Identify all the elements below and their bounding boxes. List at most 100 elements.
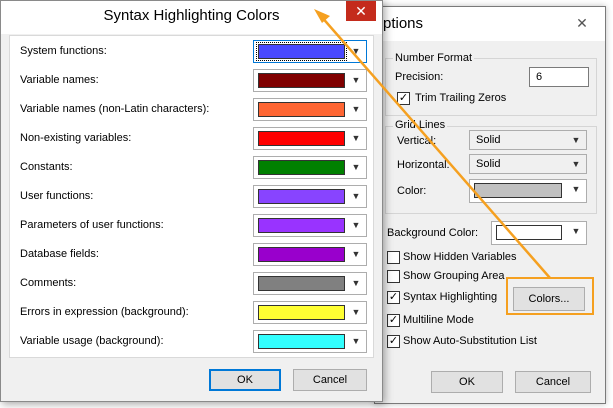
show-hidden-variables-checkbox[interactable] bbox=[387, 251, 400, 264]
color-picker-select[interactable]: ▼ bbox=[253, 185, 367, 208]
vertical-select-value: Solid bbox=[476, 134, 501, 146]
color-picker-select[interactable]: ▼ bbox=[253, 301, 367, 324]
multiline-mode-label: Multiline Mode bbox=[403, 314, 474, 326]
options-title: ptions bbox=[383, 15, 424, 32]
color-swatch bbox=[258, 102, 345, 117]
color-row: User functions: ▼ bbox=[10, 183, 375, 211]
chevron-down-icon: ▼ bbox=[351, 307, 361, 317]
color-picker-select[interactable]: ▼ bbox=[253, 156, 367, 179]
vertical-select[interactable]: Solid ▼ bbox=[469, 130, 587, 150]
color-row: Variable names: ▼ bbox=[10, 67, 375, 95]
chevron-down-icon: ▼ bbox=[571, 184, 581, 194]
chevron-down-icon: ▼ bbox=[351, 220, 361, 230]
show-grouping-area-checkbox[interactable] bbox=[387, 270, 400, 283]
color-row-label: User functions: bbox=[20, 190, 94, 202]
color-picker-select[interactable]: ▼ bbox=[253, 330, 367, 353]
color-row: Non-existing variables: ▼ bbox=[10, 125, 375, 153]
color-picker-select[interactable]: ▼ bbox=[253, 40, 367, 63]
color-picker-select[interactable]: ▼ bbox=[253, 98, 367, 121]
chevron-down-icon: ▼ bbox=[571, 135, 581, 145]
horizontal-label: Horizontal: bbox=[397, 159, 450, 171]
syntax-colors-dialog: Syntax Highlighting Colors ✕ System func… bbox=[0, 0, 383, 402]
chevron-down-icon: ▼ bbox=[351, 162, 361, 172]
color-row: Parameters of user functions: ▼ bbox=[10, 212, 375, 240]
chevron-down-icon: ▼ bbox=[351, 249, 361, 259]
multiline-mode-checkbox[interactable]: ✓ bbox=[387, 314, 400, 327]
chevron-down-icon: ▼ bbox=[571, 226, 581, 236]
color-swatch bbox=[258, 247, 345, 262]
color-row-label: Parameters of user functions: bbox=[20, 219, 164, 231]
options-ok-button[interactable]: OK bbox=[431, 371, 503, 393]
color-swatch bbox=[258, 305, 345, 320]
color-row: Errors in expression (background): ▼ bbox=[10, 299, 375, 327]
grid-color-swatch bbox=[474, 183, 562, 198]
chevron-down-icon: ▼ bbox=[351, 336, 361, 346]
show-hidden-variables-label: Show Hidden Variables bbox=[403, 251, 517, 263]
number-format-group-label: Number Format bbox=[393, 52, 475, 64]
color-swatch bbox=[258, 334, 345, 349]
syntax-colors-titlebar: Syntax Highlighting Colors ✕ bbox=[1, 1, 382, 34]
color-row-label: Constants: bbox=[20, 161, 73, 173]
trim-trailing-zeros-label: Trim Trailing Zeros bbox=[415, 92, 507, 104]
horizontal-select-value: Solid bbox=[476, 158, 501, 170]
color-swatch bbox=[258, 160, 345, 175]
color-swatch bbox=[258, 218, 345, 233]
background-color-label: Background Color: bbox=[387, 227, 479, 239]
syntax-colors-title: Syntax Highlighting Colors bbox=[103, 7, 280, 24]
options-window: ptions ✕ Number Format Precision: 6 ✓ Tr… bbox=[374, 6, 606, 404]
colors-button[interactable]: Colors... bbox=[513, 287, 585, 311]
grid-color-label: Color: bbox=[397, 185, 427, 197]
trim-trailing-zeros-checkbox[interactable]: ✓ bbox=[397, 92, 410, 105]
color-row: Variable names (non-Latin characters): ▼ bbox=[10, 96, 375, 124]
color-row-label: Comments: bbox=[20, 277, 77, 289]
color-swatch bbox=[258, 131, 345, 146]
show-grouping-area-label: Show Grouping Area bbox=[403, 270, 505, 282]
color-swatch bbox=[258, 73, 345, 88]
precision-label: Precision: bbox=[395, 71, 444, 83]
chevron-down-icon: ▼ bbox=[351, 46, 361, 56]
grid-lines-group-label: Grid Lines bbox=[393, 119, 448, 131]
color-row: Constants: ▼ bbox=[10, 154, 375, 182]
options-cancel-button[interactable]: Cancel bbox=[515, 371, 591, 393]
color-row-label: Database fields: bbox=[20, 248, 99, 260]
background-color-select[interactable]: ▼ bbox=[491, 221, 587, 245]
color-row-label: Variable names (non-Latin characters): bbox=[20, 103, 210, 115]
color-swatch bbox=[256, 42, 347, 61]
horizontal-select[interactable]: Solid ▼ bbox=[469, 154, 587, 174]
color-row: System functions: ▼ bbox=[10, 38, 375, 66]
precision-input[interactable]: 6 bbox=[529, 67, 589, 87]
vertical-label: Vertical: bbox=[397, 135, 437, 147]
color-picker-select[interactable]: ▼ bbox=[253, 127, 367, 150]
color-row-label: Variable names: bbox=[20, 74, 99, 86]
color-row-label: System functions: bbox=[20, 45, 107, 57]
chevron-down-icon: ▼ bbox=[351, 133, 361, 143]
color-list-panel: System functions: ▼ Variable names: ▼ Variab… bbox=[9, 35, 374, 358]
syntax-cancel-button[interactable]: Cancel bbox=[293, 369, 367, 391]
syntax-colors-close-button[interactable]: ✕ bbox=[346, 1, 376, 21]
color-picker-select[interactable]: ▼ bbox=[253, 272, 367, 295]
color-swatch bbox=[258, 276, 345, 291]
background-color-swatch bbox=[496, 225, 562, 240]
color-row-label: Non-existing variables: bbox=[20, 132, 132, 144]
chevron-down-icon: ▼ bbox=[351, 191, 361, 201]
color-picker-select[interactable]: ▼ bbox=[253, 214, 367, 237]
show-auto-substitution-list-label: Show Auto-Substitution List bbox=[403, 335, 537, 347]
color-picker-select[interactable]: ▼ bbox=[253, 69, 367, 92]
color-swatch bbox=[258, 189, 345, 204]
chevron-down-icon: ▼ bbox=[351, 75, 361, 85]
show-auto-substitution-list-checkbox[interactable]: ✓ bbox=[387, 335, 400, 348]
grid-color-select[interactable]: ▼ bbox=[469, 179, 587, 203]
syntax-highlighting-label: Syntax Highlighting bbox=[403, 291, 498, 303]
syntax-ok-button[interactable]: OK bbox=[209, 369, 281, 391]
chevron-down-icon: ▼ bbox=[351, 278, 361, 288]
color-row: Database fields: ▼ bbox=[10, 241, 375, 269]
color-row-label: Errors in expression (background): bbox=[20, 306, 189, 318]
color-picker-select[interactable]: ▼ bbox=[253, 243, 367, 266]
options-titlebar: ptions ✕ bbox=[375, 7, 605, 41]
options-close-button[interactable]: ✕ bbox=[567, 13, 597, 33]
chevron-down-icon: ▼ bbox=[571, 159, 581, 169]
color-row-label: Variable usage (background): bbox=[20, 335, 164, 347]
color-row: Comments: ▼ bbox=[10, 270, 375, 298]
syntax-highlighting-checkbox[interactable]: ✓ bbox=[387, 291, 400, 304]
chevron-down-icon: ▼ bbox=[351, 104, 361, 114]
